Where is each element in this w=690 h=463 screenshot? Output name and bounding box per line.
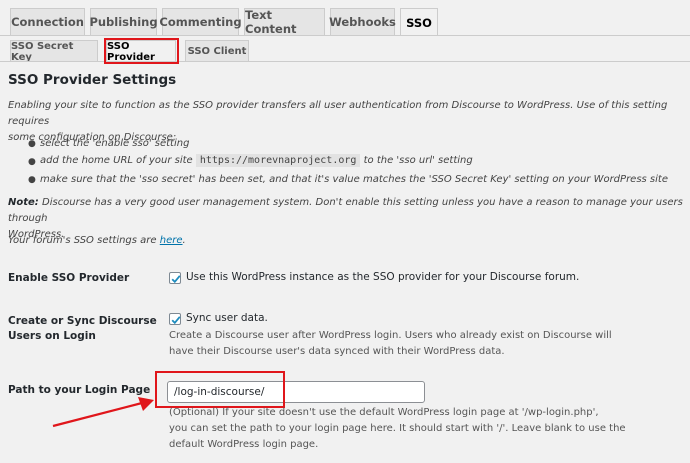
- annotation-arrow-icon: [52, 397, 154, 428]
- bullet-dot-icon: ●: [28, 175, 36, 185]
- subtab-sso-client[interactable]: SSO Client: [185, 40, 249, 62]
- highlight-box-subtab: [104, 38, 179, 64]
- bullet-dot-icon: ●: [28, 157, 36, 167]
- checkmark-icon: [171, 316, 181, 325]
- bullet-home-url: add the home URL of your site https://mo…: [40, 154, 473, 167]
- forum-settings-text: Your forum's SSO settings are here.: [8, 235, 186, 246]
- subtab-sso-secret-key[interactable]: SSO Secret Key: [10, 40, 98, 63]
- sync-users-label: Create or Sync Discourse Users on Login: [8, 315, 157, 342]
- enable-sso-checkbox[interactable]: [169, 272, 181, 284]
- enable-sso-checkbox-text: Use this WordPress instance as the SSO p…: [186, 271, 580, 283]
- forum-settings-link[interactable]: here: [160, 235, 183, 246]
- tab-publishing[interactable]: Publishing: [89, 8, 158, 35]
- enable-sso-label: Enable SSO Provider: [8, 272, 130, 284]
- login-path-description: (Optional) If your site doesn't use the …: [169, 407, 626, 450]
- site-url-code: https://morevnaproject.org: [195, 154, 361, 167]
- highlight-box-login-path: [155, 371, 285, 408]
- sync-user-data-text: Sync user data.: [186, 312, 268, 324]
- checkmark-icon: [171, 275, 181, 284]
- sync-user-data-checkbox[interactable]: [169, 313, 181, 325]
- tab-commenting[interactable]: Commenting: [159, 8, 242, 35]
- bullet-enable-sso: select the 'enable sso' setting: [40, 138, 190, 149]
- settings-tabs: Connection Publishing Commenting Text Co…: [0, 0, 690, 36]
- tab-text-content[interactable]: Text Content: [244, 8, 325, 36]
- sync-user-data-description: Create a Discourse user after WordPress …: [169, 330, 612, 357]
- tabs-divider: [0, 35, 690, 36]
- tab-webhooks[interactable]: Webhooks: [329, 8, 396, 35]
- bullet-dot-icon: ●: [28, 139, 36, 149]
- bullet-sso-secret: make sure that the 'sso secret' has been…: [40, 174, 668, 185]
- tab-connection[interactable]: Connection: [10, 8, 85, 35]
- tab-sso[interactable]: SSO: [400, 8, 438, 36]
- page-title: SSO Provider Settings: [8, 72, 177, 88]
